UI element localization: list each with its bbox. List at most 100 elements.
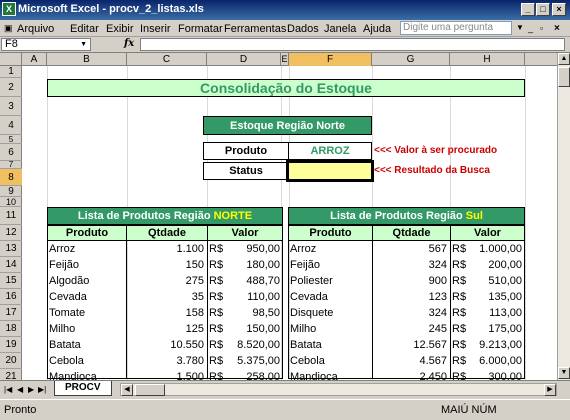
table-cell-valor[interactable]: 150,00 <box>227 321 280 337</box>
table-cell-produto[interactable]: Mandioca <box>290 369 374 380</box>
lookup-header[interactable]: Estoque Região Norte <box>203 116 372 135</box>
table-cell-currency[interactable]: R$ <box>209 337 229 353</box>
table-cell-currency[interactable]: R$ <box>209 321 229 337</box>
table-cell-produto[interactable]: Cevada <box>49 289 128 305</box>
lookup-produto-label[interactable]: Produto <box>203 142 289 160</box>
table-cell-currency[interactable]: R$ <box>452 353 472 369</box>
table-cell-valor[interactable]: 6.000,00 <box>470 353 522 369</box>
south-table-title[interactable]: Lista de Produtos Região Sul <box>288 207 525 225</box>
north-col-qtdade[interactable]: Qtdade <box>126 225 208 241</box>
table-cell-qtdade[interactable]: 1.100 <box>126 241 204 257</box>
table-cell-produto[interactable]: Cebola <box>290 353 374 369</box>
table-cell-valor[interactable]: 510,00 <box>470 273 522 289</box>
table-cell-valor[interactable]: 488,70 <box>227 273 280 289</box>
row-header[interactable]: 20 <box>0 353 22 369</box>
table-cell-qtdade[interactable]: 1.500 <box>126 369 204 380</box>
table-cell-produto[interactable]: Mandioca <box>49 369 128 380</box>
menu-dados[interactable]: Dados <box>287 23 319 35</box>
worksheet-grid[interactable]: Consolidação do Estoque Estoque Região N… <box>22 66 557 380</box>
table-cell-qtdade[interactable]: 150 <box>126 257 204 273</box>
horizontal-scrollbar[interactable]: ◀ ▶ <box>120 383 557 396</box>
row-header[interactable]: 1 <box>0 66 22 78</box>
menu-exibir[interactable]: Exibir <box>106 23 134 35</box>
table-cell-qtdade[interactable]: 567 <box>372 241 447 257</box>
hscroll-thumb[interactable] <box>135 384 165 396</box>
col-header-d[interactable]: D <box>207 53 281 66</box>
table-cell-produto[interactable]: Algodão <box>49 273 128 289</box>
vertical-scrollbar[interactable]: ▲ ▼ <box>557 53 570 380</box>
fx-icon[interactable]: fx <box>124 38 134 49</box>
table-cell-qtdade[interactable]: 324 <box>372 305 447 321</box>
table-cell-currency[interactable]: R$ <box>452 289 472 305</box>
table-cell-valor[interactable]: 110,00 <box>227 289 280 305</box>
page-title[interactable]: Consolidação do Estoque <box>47 79 525 97</box>
table-cell-currency[interactable]: R$ <box>209 257 229 273</box>
table-cell-currency[interactable]: R$ <box>209 305 229 321</box>
menu-janela[interactable]: Janela <box>324 23 356 35</box>
dropdown-arrow-icon[interactable]: ▼ <box>516 23 524 32</box>
table-cell-valor[interactable]: 300,00 <box>470 369 522 380</box>
col-header-g[interactable]: G <box>372 53 450 66</box>
table-cell-currency[interactable]: R$ <box>209 273 229 289</box>
name-box[interactable]: F8 ▼ <box>1 38 91 51</box>
menu-ferramentas[interactable]: Ferramentas <box>224 23 286 35</box>
table-cell-produto[interactable]: Tomate <box>49 305 128 321</box>
menu-formatar[interactable]: Formatar <box>178 23 223 35</box>
scroll-down-icon[interactable]: ▼ <box>558 367 570 379</box>
scroll-thumb[interactable] <box>558 67 570 87</box>
north-table-title[interactable]: Lista de Produtos Região NORTE <box>47 207 283 225</box>
row-header[interactable]: 4 <box>0 116 22 135</box>
scroll-up-icon[interactable]: ▲ <box>558 53 570 65</box>
row-header[interactable]: 10 <box>0 197 22 207</box>
row-header[interactable]: 18 <box>0 321 22 337</box>
prev-sheet-icon[interactable]: ◀ <box>17 385 23 394</box>
table-cell-produto[interactable]: Milho <box>290 321 374 337</box>
doc-icon[interactable]: ▣ <box>4 23 13 34</box>
lookup-produto-value[interactable]: ARROZ <box>288 142 372 160</box>
table-cell-currency[interactable]: R$ <box>452 241 472 257</box>
row-header[interactable]: 16 <box>0 289 22 305</box>
table-cell-valor[interactable]: 1.000,00 <box>470 241 522 257</box>
ask-question-input[interactable]: Digite uma pergunta <box>400 21 512 35</box>
table-cell-valor[interactable]: 113,00 <box>470 305 522 321</box>
menu-editar[interactable]: Editar <box>70 23 99 35</box>
sheet-tab-procv[interactable]: PROCV <box>54 381 112 396</box>
table-cell-produto[interactable]: Cebola <box>49 353 128 369</box>
table-cell-produto[interactable]: Poliester <box>290 273 374 289</box>
col-header-h[interactable]: H <box>450 53 525 66</box>
name-box-dropdown-icon[interactable]: ▼ <box>80 39 87 50</box>
scroll-right-icon[interactable]: ▶ <box>544 384 556 396</box>
table-cell-currency[interactable]: R$ <box>452 305 472 321</box>
col-header-f[interactable]: F <box>289 53 372 66</box>
table-cell-qtdade[interactable]: 4.567 <box>372 353 447 369</box>
table-cell-valor[interactable]: 5.375,00 <box>227 353 280 369</box>
south-col-qtdade[interactable]: Qtdade <box>372 225 451 241</box>
table-cell-valor[interactable]: 175,00 <box>470 321 522 337</box>
select-all-corner[interactable] <box>0 53 22 66</box>
col-header-b[interactable]: B <box>47 53 127 66</box>
excel-icon[interactable]: X <box>2 2 16 16</box>
table-cell-qtdade[interactable]: 324 <box>372 257 447 273</box>
table-cell-qtdade[interactable]: 275 <box>126 273 204 289</box>
menu-inserir[interactable]: Inserir <box>140 23 171 35</box>
table-cell-qtdade[interactable]: 2.450 <box>372 369 447 380</box>
table-cell-currency[interactable]: R$ <box>209 353 229 369</box>
table-cell-currency[interactable]: R$ <box>452 337 472 353</box>
close-icon[interactable]: × <box>552 3 566 16</box>
col-header-a[interactable]: A <box>22 53 47 66</box>
last-sheet-icon[interactable]: ▶| <box>38 385 46 394</box>
formula-input[interactable] <box>140 38 565 51</box>
table-cell-qtdade[interactable]: 245 <box>372 321 447 337</box>
minimize-icon[interactable]: _ <box>521 3 535 16</box>
menu-ajuda[interactable]: Ajuda <box>363 23 391 35</box>
lookup-status-value[interactable] <box>286 160 374 182</box>
table-cell-produto[interactable]: Milho <box>49 321 128 337</box>
restore-window-icon[interactable]: ▫ <box>540 23 543 33</box>
row-header[interactable]: 13 <box>0 241 22 257</box>
table-cell-qtdade[interactable]: 12.567 <box>372 337 447 353</box>
maximize-icon[interactable]: □ <box>536 3 550 16</box>
next-sheet-icon[interactable]: ▶ <box>28 385 34 394</box>
table-cell-qtdade[interactable]: 158 <box>126 305 204 321</box>
table-cell-qtdade[interactable]: 35 <box>126 289 204 305</box>
south-col-valor[interactable]: Valor <box>450 225 525 241</box>
